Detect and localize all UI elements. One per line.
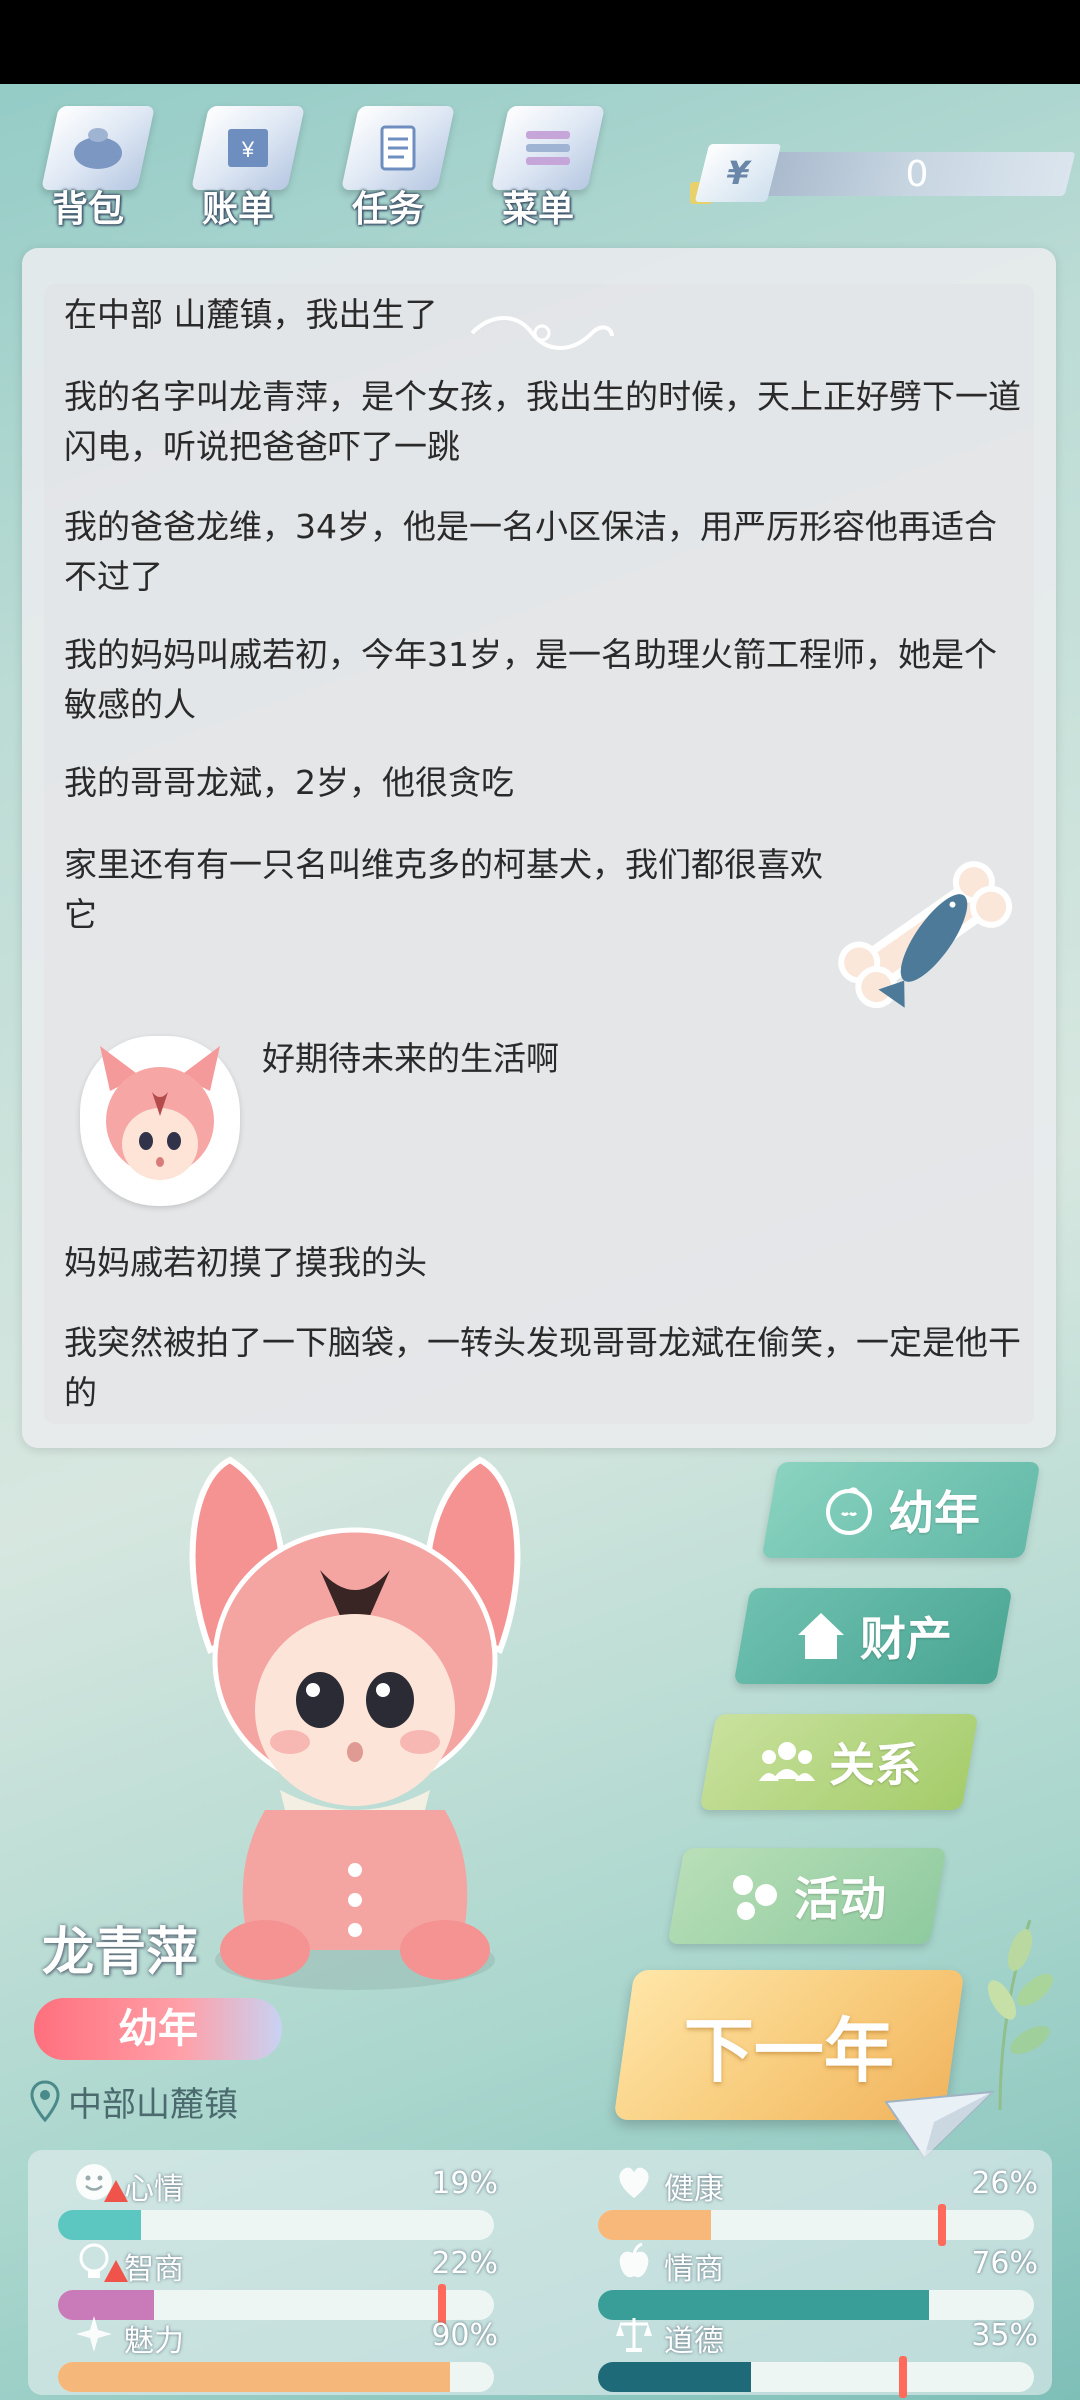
story-panel[interactable]: 在中部 山麓镇，我出生了 我的名字叫龙青萍，是个女孩，我出生的时候，天上正好劈下… xyxy=(22,248,1056,1448)
stat-charm: 魅力 90% xyxy=(58,2310,498,2392)
relation-button-label: 关系 xyxy=(829,1738,921,1792)
stat-percent: 90% xyxy=(431,2318,498,2353)
story-line: 妈妈戚若初摸了摸我的头 xyxy=(64,1243,427,1282)
people-icon xyxy=(759,1742,815,1781)
stat-percent: 76% xyxy=(971,2246,1038,2281)
stat-fill xyxy=(598,2362,751,2392)
stage-button-label: 幼年 xyxy=(888,1486,980,1540)
stat-fill xyxy=(598,2210,712,2240)
nav-task-label: 任务 xyxy=(351,189,424,230)
sparkle-icon xyxy=(76,2316,112,2352)
stat-morality: 道德 35% xyxy=(598,2310,1038,2398)
nav-bag-label: 背包 xyxy=(51,189,124,230)
activity-bubbles-icon xyxy=(733,1875,777,1920)
house-icon xyxy=(798,1613,844,1659)
location-pin-icon xyxy=(30,2080,60,2122)
life-stage-badge: 幼年 xyxy=(34,1998,282,2060)
menu-icon xyxy=(491,106,605,190)
stat-iq: 智商 22% xyxy=(58,2238,498,2326)
story-line: 家里还有有一只名叫维克多的柯基犬，我们都很喜欢它 xyxy=(64,845,823,934)
top-nav: 背包 ¥ 账单 任务 菜单 ¥ 0 xyxy=(0,84,1080,244)
relation-button[interactable]: 关系 xyxy=(699,1714,979,1810)
money-display: ¥ 0 xyxy=(690,144,1076,204)
stat-eq: 情商 76% xyxy=(598,2238,1038,2320)
stat-track xyxy=(598,2210,1034,2240)
stats-panel: 心情 19% 健康 26% 智商 22% 情商 76% 魅力 90% 道德 35… xyxy=(28,2150,1052,2398)
story-line: 我的名字叫龙青萍，是个女孩，我出生的时候，天上正好劈下一道闪电，听说把爸爸吓了一… xyxy=(64,377,1021,466)
stat-health: 健康 26% xyxy=(598,2158,1038,2246)
baby-face-icon xyxy=(826,1487,872,1535)
money-amount: 0 xyxy=(905,154,929,195)
stat-track xyxy=(58,2210,494,2240)
stat-name: 道德 xyxy=(664,2324,724,2359)
svg-text:¥: ¥ xyxy=(241,137,255,162)
activity-button-label: 活动 xyxy=(794,1872,886,1926)
stat-track xyxy=(598,2362,1034,2392)
stat-track xyxy=(58,2362,494,2392)
scales-icon xyxy=(616,2318,652,2352)
story-line: 我的哥哥龙斌，2岁，他很贪吃 xyxy=(64,763,514,802)
status-bar xyxy=(0,0,1080,84)
bone-fish-icon xyxy=(838,861,1013,1009)
story-line: 我突然被拍了一下脑袋，一转头发现哥哥龙斌在偷笑，一定是他干的 xyxy=(64,1323,1021,1412)
stat-name: 智商 xyxy=(124,2252,184,2287)
activity-button[interactable]: 活动 xyxy=(667,1848,947,1944)
story-line: 我的妈妈叫戚若初，今年31岁，是一名助理火箭工程师，她是个敏感的人 xyxy=(64,635,997,724)
bag-icon xyxy=(41,106,155,190)
stat-fill xyxy=(58,2210,141,2240)
stage-button[interactable]: 幼年 xyxy=(761,1462,1041,1558)
stat-name: 健康 xyxy=(664,2172,724,2207)
stat-fill xyxy=(58,2362,451,2392)
stat-percent: 35% xyxy=(971,2318,1038,2353)
stat-percent: 26% xyxy=(971,2166,1038,2201)
story-line: 在中部 山麓镇，我出生了 xyxy=(64,295,438,334)
nav-task-button[interactable]: 任务 xyxy=(328,96,468,236)
stat-marker xyxy=(899,2356,908,2398)
nav-menu-label: 菜单 xyxy=(501,189,574,230)
character-name: 龙青萍 xyxy=(42,1923,199,1983)
stat-percent: 22% xyxy=(431,2246,498,2281)
stat-percent: 19% xyxy=(431,2166,498,2201)
stat-name: 情商 xyxy=(664,2252,724,2287)
location-label: 中部山麓镇 xyxy=(68,2084,238,2125)
assets-button-label: 财产 xyxy=(860,1612,952,1666)
nav-bill-label: 账单 xyxy=(201,189,274,230)
task-icon xyxy=(341,106,455,190)
nav-menu-button[interactable]: 菜单 xyxy=(478,96,618,236)
character-figure xyxy=(189,1456,521,1990)
next-year-label: 下一年 xyxy=(684,2009,894,2092)
location-tag: 中部山麓镇 xyxy=(30,2076,238,2126)
story-line: 我的爸爸龙维，34岁，他是一名小区保洁，用严厉形容他再适合不过了 xyxy=(64,507,997,596)
character-avatar-small xyxy=(80,1036,240,1206)
nav-bag-button[interactable]: 背包 xyxy=(28,96,168,236)
stat-name: 心情 xyxy=(124,2172,184,2207)
heart-icon xyxy=(619,2167,649,2198)
assets-button[interactable]: 财产 xyxy=(733,1588,1013,1684)
stat-name: 魅力 xyxy=(124,2324,184,2359)
nav-bill-button[interactable]: ¥ 账单 xyxy=(178,96,318,236)
stat-mood: 心情 19% xyxy=(58,2158,498,2240)
bill-icon: ¥ xyxy=(191,106,305,190)
yen-symbol: ¥ xyxy=(722,154,754,192)
yen-icon: ¥ xyxy=(694,144,782,202)
apple-icon xyxy=(619,2242,649,2278)
story-line-quote: 好期待未来的生活啊 xyxy=(262,1039,559,1078)
